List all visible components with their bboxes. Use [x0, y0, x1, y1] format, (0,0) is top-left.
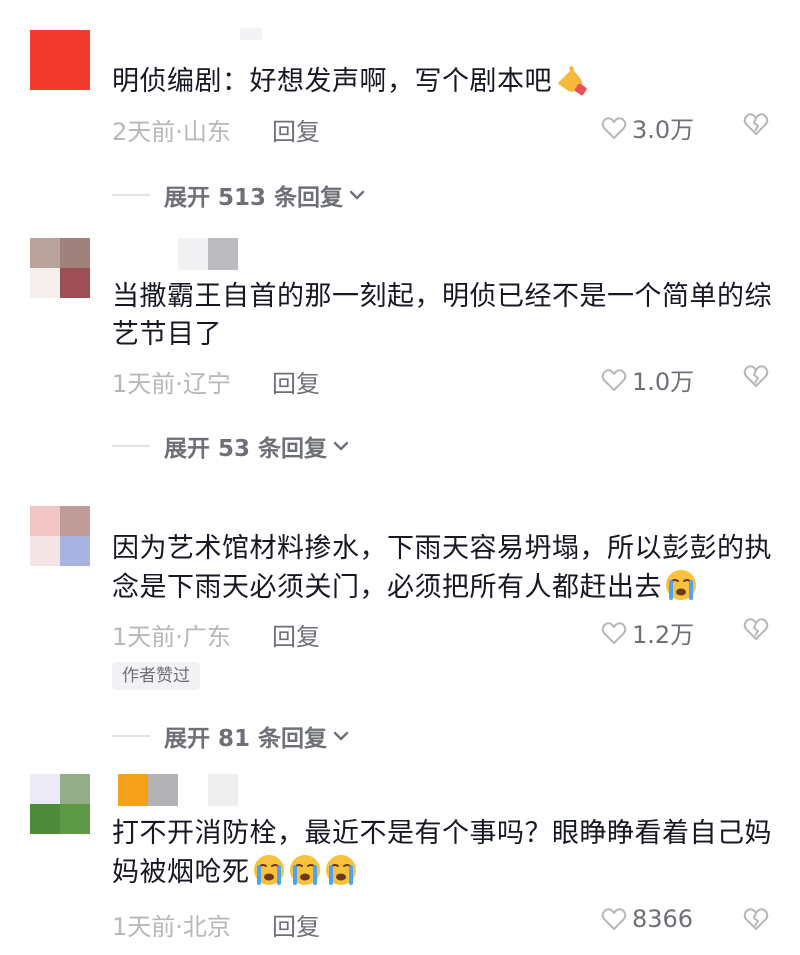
dislike-button[interactable]: [742, 362, 770, 396]
like-count: 1.2万: [632, 621, 695, 649]
avatar[interactable]: [30, 30, 90, 90]
reply-button[interactable]: 回复: [272, 907, 320, 942]
heart-outline-icon: [601, 621, 627, 644]
chevron-down-icon: [349, 190, 365, 200]
expand-replies-button[interactable]: 展开 81 条回复: [112, 718, 351, 754]
like-button[interactable]: 3.0万: [600, 110, 694, 145]
author-liked-badge: 作者赞过: [112, 662, 200, 690]
crying-face-emoji-icon: [289, 855, 320, 885]
comment-text-content: 打不开消防栓，最近不是有个事吗？眼睁睁看着自己妈妈被烟呛死: [112, 818, 772, 888]
expand-replies-label: 展开 513 条回复: [164, 185, 344, 211]
comment-meta: 1天前·广东 回复 1.2万: [112, 615, 772, 651]
dislike-button[interactable]: [742, 110, 770, 144]
comment-text: 因为艺术馆材料掺水，下雨天容易坍塌，所以彭彭的执念是下雨天必须关门，必须把所有人…: [112, 530, 772, 607]
broken-heart-icon: [743, 365, 769, 387]
like-count: 8366: [632, 905, 694, 933]
comment-text: 打不开消防栓，最近不是有个事吗？眼睁睁看着自己妈妈被烟呛死: [112, 815, 772, 892]
comment-time-location: 1天前·辽宁: [112, 370, 231, 398]
expand-replies-label: 展开 53 条回复: [164, 436, 328, 462]
broken-heart-icon: [743, 618, 769, 640]
avatar[interactable]: [30, 506, 90, 566]
comment-meta: 2天前·山东 回复 3.0万: [112, 110, 772, 146]
reply-button[interactable]: 回复: [272, 617, 320, 652]
expand-replies-label: 展开 81 条回复: [164, 726, 328, 752]
like-button[interactable]: 8366: [600, 905, 693, 933]
crying-face-emoji-icon: [666, 570, 696, 600]
expand-divider: [112, 194, 150, 196]
comment-time-location: 2天前·山东: [112, 118, 231, 146]
dislike-button[interactable]: [742, 905, 770, 939]
heart-outline-icon: [601, 368, 627, 391]
comment-text: 当撒霸王自首的那一刻起，明侦已经不是一个简单的综艺节目了: [112, 278, 772, 354]
comment-text-content: 当撒霸王自首的那一刻起，明侦已经不是一个简单的综艺节目了: [112, 281, 772, 350]
avatar[interactable]: [30, 774, 90, 834]
expand-replies-button[interactable]: 展开 513 条回复: [112, 177, 367, 213]
crying-face-emoji-icon: [325, 855, 356, 885]
broken-heart-icon: [743, 908, 769, 930]
username-mosaic[interactable]: [118, 774, 238, 806]
heart-outline-icon: [601, 116, 627, 139]
expand-replies-button[interactable]: 展开 53 条回复: [112, 428, 351, 464]
broken-heart-icon: [743, 113, 769, 135]
comment-meta: 1天前·北京 回复 8366: [112, 905, 772, 941]
like-count: 1.0万: [632, 368, 695, 396]
like-button[interactable]: 1.2万: [600, 615, 694, 650]
expand-divider: [112, 445, 150, 447]
heart-outline-icon: [601, 908, 627, 930]
comment-time-location: 1天前·北京: [112, 913, 231, 941]
reply-button[interactable]: 回复: [272, 364, 320, 399]
comment-time-location: 1天前·广东: [112, 623, 231, 651]
comment-text: 明侦编剧：好想发声啊，写个剧本吧: [112, 62, 772, 101]
reply-button[interactable]: 回复: [272, 112, 320, 147]
chevron-down-icon: [333, 731, 349, 741]
pointing-hand-emoji-icon: [558, 66, 587, 96]
like-button[interactable]: 1.0万: [600, 362, 694, 397]
like-count: 3.0万: [632, 116, 695, 144]
expand-divider: [112, 735, 150, 737]
comment-meta: 1天前·辽宁 回复 1.0万: [112, 362, 772, 398]
crying-face-emoji-icon: [253, 855, 284, 885]
username-mosaic[interactable]: [240, 28, 262, 60]
dislike-button[interactable]: [742, 615, 770, 649]
username-mosaic[interactable]: [178, 238, 238, 270]
comment-text-content: 明侦编剧：好想发声啊，写个剧本吧: [112, 66, 552, 97]
chevron-down-icon: [333, 441, 349, 451]
avatar[interactable]: [30, 238, 90, 298]
